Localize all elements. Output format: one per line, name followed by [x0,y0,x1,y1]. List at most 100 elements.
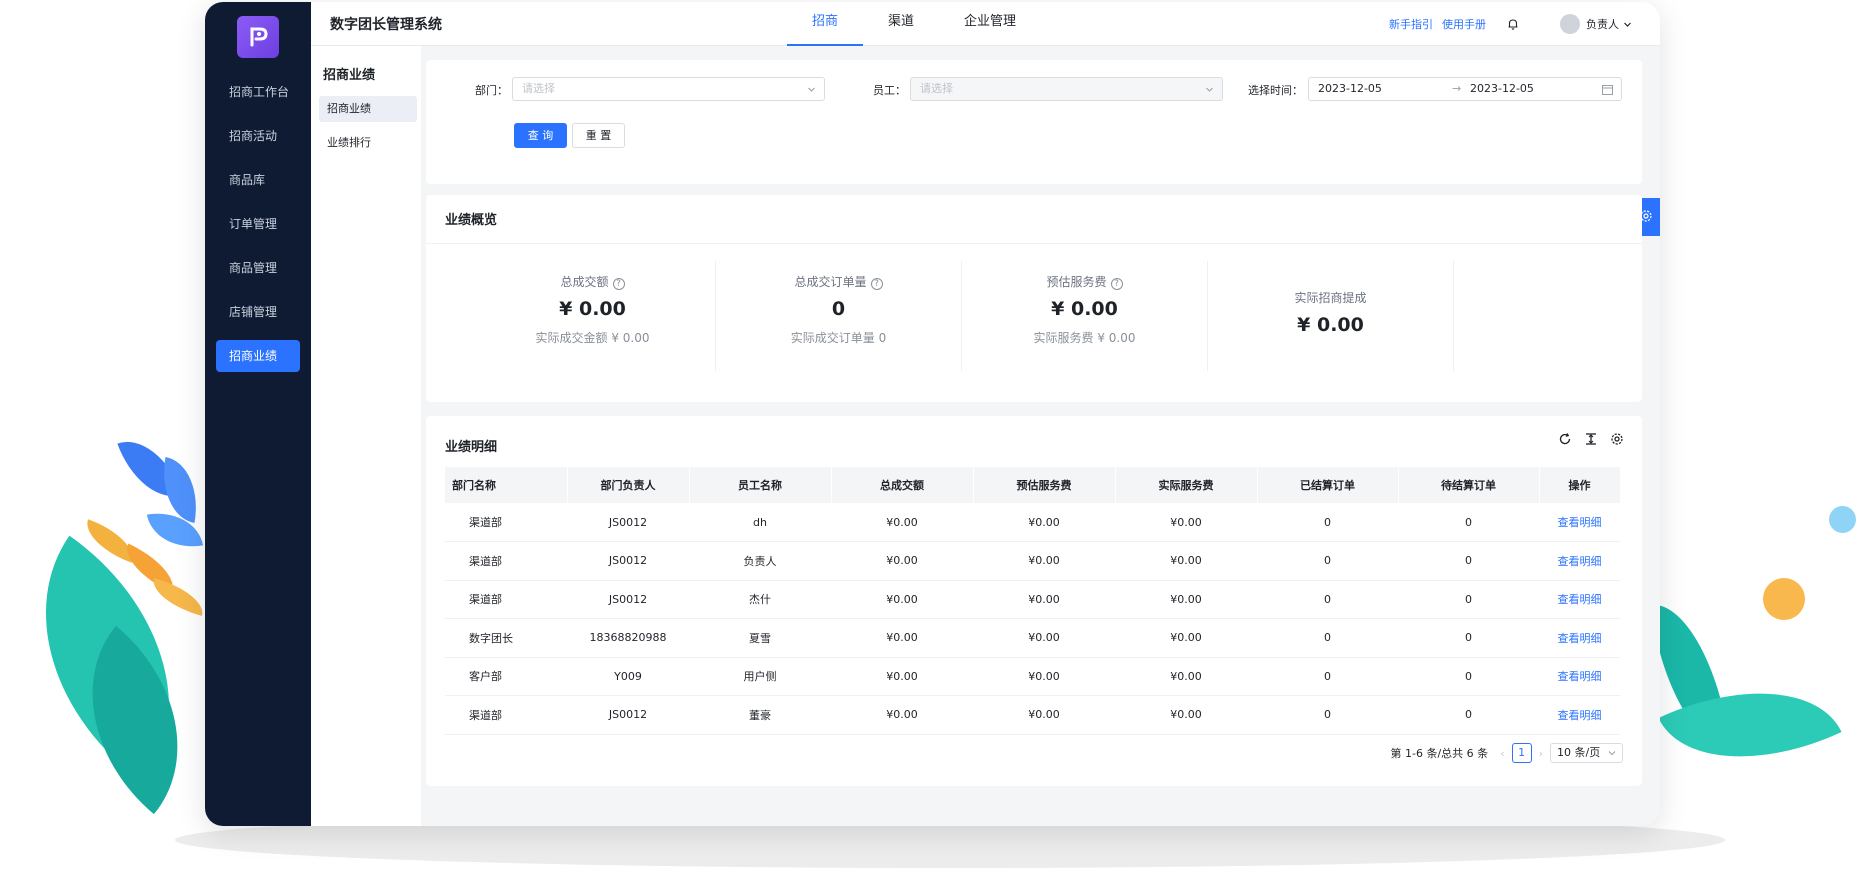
view-details-link[interactable]: 查看明细 [1539,580,1620,619]
column-height-icon[interactable] [1584,432,1598,446]
date-range-arrow: → [1452,82,1462,95]
cell-employee: 董豪 [689,695,831,735]
stat-sub: 实际成交订单量 0 [790,331,887,345]
cell-pending-orders: 0 [1398,580,1539,619]
cell-settled-orders: 0 [1257,541,1398,581]
help-icon[interactable]: ? [870,278,883,290]
tab-merchant[interactable]: 招商 [787,2,864,46]
sub-navigation: 招商业绩 招商业绩 业绩排行 [311,46,421,826]
department-select[interactable]: 请选择 [512,77,825,101]
view-details-link[interactable]: 查看明细 [1539,657,1620,696]
stage: 招商工作台 招商活动 商品库 订单管理 商品管理 店铺管理 招商业绩 数字团长管… [0,0,1856,870]
cell-total-sales: ¥0.00 [831,657,973,696]
cell-estimated-fee: ¥0.00 [973,503,1115,542]
stat-total-orders: 总成交订单量? 0 实际成交订单量 0 [716,243,961,353]
cell-pending-orders: 0 [1398,657,1539,696]
user-menu[interactable]: 负责人 [1560,14,1632,34]
table-row: 渠道部 JS0012 董豪 ¥0.00 ¥0.00 ¥0.00 0 0 查看明细 [445,695,1620,735]
bell-icon[interactable] [1506,17,1520,31]
department-placeholder: 请选择 [522,82,555,95]
date-start[interactable]: 2023-12-05 [1318,78,1382,100]
sidebar-item-product-library[interactable]: 商品库 [216,164,300,196]
cell-pending-orders: 0 [1398,618,1539,658]
stat-label-text: 总成交额 [560,275,609,289]
table-row: 渠道部 JS0012 dh ¥0.00 ¥0.00 ¥0.00 0 0 查看明细 [445,503,1620,542]
sidebar-item-shops[interactable]: 店铺管理 [216,296,300,328]
table-row: 渠道部 JS0012 杰什 ¥0.00 ¥0.00 ¥0.00 0 0 查看明细 [445,580,1620,619]
divider [1453,261,1454,371]
column-header: 实际服务费 [1115,467,1258,503]
chevron-down-icon [1608,751,1616,756]
cell-estimated-fee: ¥0.00 [973,657,1115,696]
app-title: 数字团长管理系统 [330,17,442,33]
column-header: 预估服务费 [973,467,1116,503]
cell-department: 客户部 [445,657,567,696]
view-details-link[interactable]: 查看明细 [1539,541,1620,581]
cell-total-sales: ¥0.00 [831,695,973,735]
cell-actual-fee: ¥0.00 [1115,541,1257,581]
next-page-button[interactable]: › [1539,747,1543,760]
cell-manager: JS0012 [567,503,689,542]
table-toolbar [1546,432,1624,446]
cell-actual-fee: ¥0.00 [1115,503,1257,542]
subnav-item-performance[interactable]: 招商业绩 [319,96,417,122]
header-actions: 新手指引 使用手册 负责人 [1380,2,1632,46]
stat-value: ¥ 0.00 [1051,298,1118,320]
cell-total-sales: ¥0.00 [831,503,973,542]
stat-label: 实际招商提成 [1294,291,1367,305]
stat-actual-commission: 实际招商提成 ¥ 0.00 [1208,243,1453,353]
subnav-item-ranking[interactable]: 业绩排行 [319,130,417,156]
department-label: 部门： [475,84,508,97]
sidebar-item-performance[interactable]: 招商业绩 [216,340,300,372]
sidebar-item-products[interactable]: 商品管理 [216,252,300,284]
cell-manager: JS0012 [567,541,689,581]
sidebar-item-orders[interactable]: 订单管理 [216,208,300,240]
help-icon[interactable]: ? [1110,278,1123,290]
table-row: 客户部 Y009 用户侧 ¥0.00 ¥0.00 ¥0.00 0 0 查看明细 [445,657,1620,696]
stat-value: ¥ 0.00 [559,298,626,320]
cell-actual-fee: ¥0.00 [1115,580,1257,619]
orange-leaf [147,578,209,616]
cell-actual-fee: ¥0.00 [1115,657,1257,696]
refresh-icon[interactable] [1558,432,1572,446]
employee-select[interactable]: 请选择 [910,77,1223,101]
cell-estimated-fee: ¥0.00 [973,541,1115,581]
overview-card: 业绩概览 总成交额? ¥ 0.00 实际成交金额 ¥ 0.00 总成交订单量? … [426,195,1642,402]
sidebar-item-workbench[interactable]: 招商工作台 [216,76,300,108]
manual-link[interactable]: 使用手册 [1442,16,1486,32]
orange-dot [1763,578,1805,620]
logo-icon[interactable] [237,16,279,58]
guide-link[interactable]: 新手指引 [1389,16,1433,32]
sidebar-item-activities[interactable]: 招商活动 [216,120,300,152]
column-header: 待结算订单 [1398,467,1540,503]
employee-label: 员工： [873,84,906,97]
date-end[interactable]: 2023-12-05 [1470,78,1534,100]
settings-icon[interactable] [1610,432,1624,446]
page-1-button[interactable]: 1 [1511,743,1532,763]
view-details-link[interactable]: 查看明细 [1539,503,1620,542]
tab-enterprise[interactable]: 企业管理 [939,2,1041,46]
cell-settled-orders: 0 [1257,695,1398,735]
overview-stats: 总成交额? ¥ 0.00 实际成交金额 ¥ 0.00 总成交订单量? 0 实际成… [426,243,1642,402]
query-button[interactable]: 查 询 [514,123,567,148]
cell-estimated-fee: ¥0.00 [973,695,1115,735]
chevron-down-icon [1624,22,1631,27]
cell-employee: 夏雪 [689,618,831,658]
avatar [1560,14,1580,34]
tab-channel[interactable]: 渠道 [863,2,939,46]
prev-page-button[interactable]: ‹ [1500,747,1504,760]
view-details-link[interactable]: 查看明细 [1539,695,1620,735]
view-details-link[interactable]: 查看明细 [1539,618,1620,658]
stat-value: 0 [831,298,846,320]
stat-label: 总成交订单量? [716,273,961,290]
chevron-down-icon [1206,87,1213,92]
reset-button[interactable]: 重 置 [572,123,625,148]
cell-department: 渠道部 [445,695,567,735]
cell-employee: 用户侧 [689,657,831,696]
calendar-icon [1602,85,1613,95]
right-plant-illustration [1649,580,1856,820]
help-icon[interactable]: ? [612,278,625,290]
page-size-select[interactable]: 10 条/页 [1550,743,1623,763]
table-row: 数字团长 18368820988 夏雪 ¥0.00 ¥0.00 ¥0.00 0 … [445,618,1620,658]
date-range-picker[interactable]: 2023-12-05 → 2023-12-05 [1308,77,1622,101]
